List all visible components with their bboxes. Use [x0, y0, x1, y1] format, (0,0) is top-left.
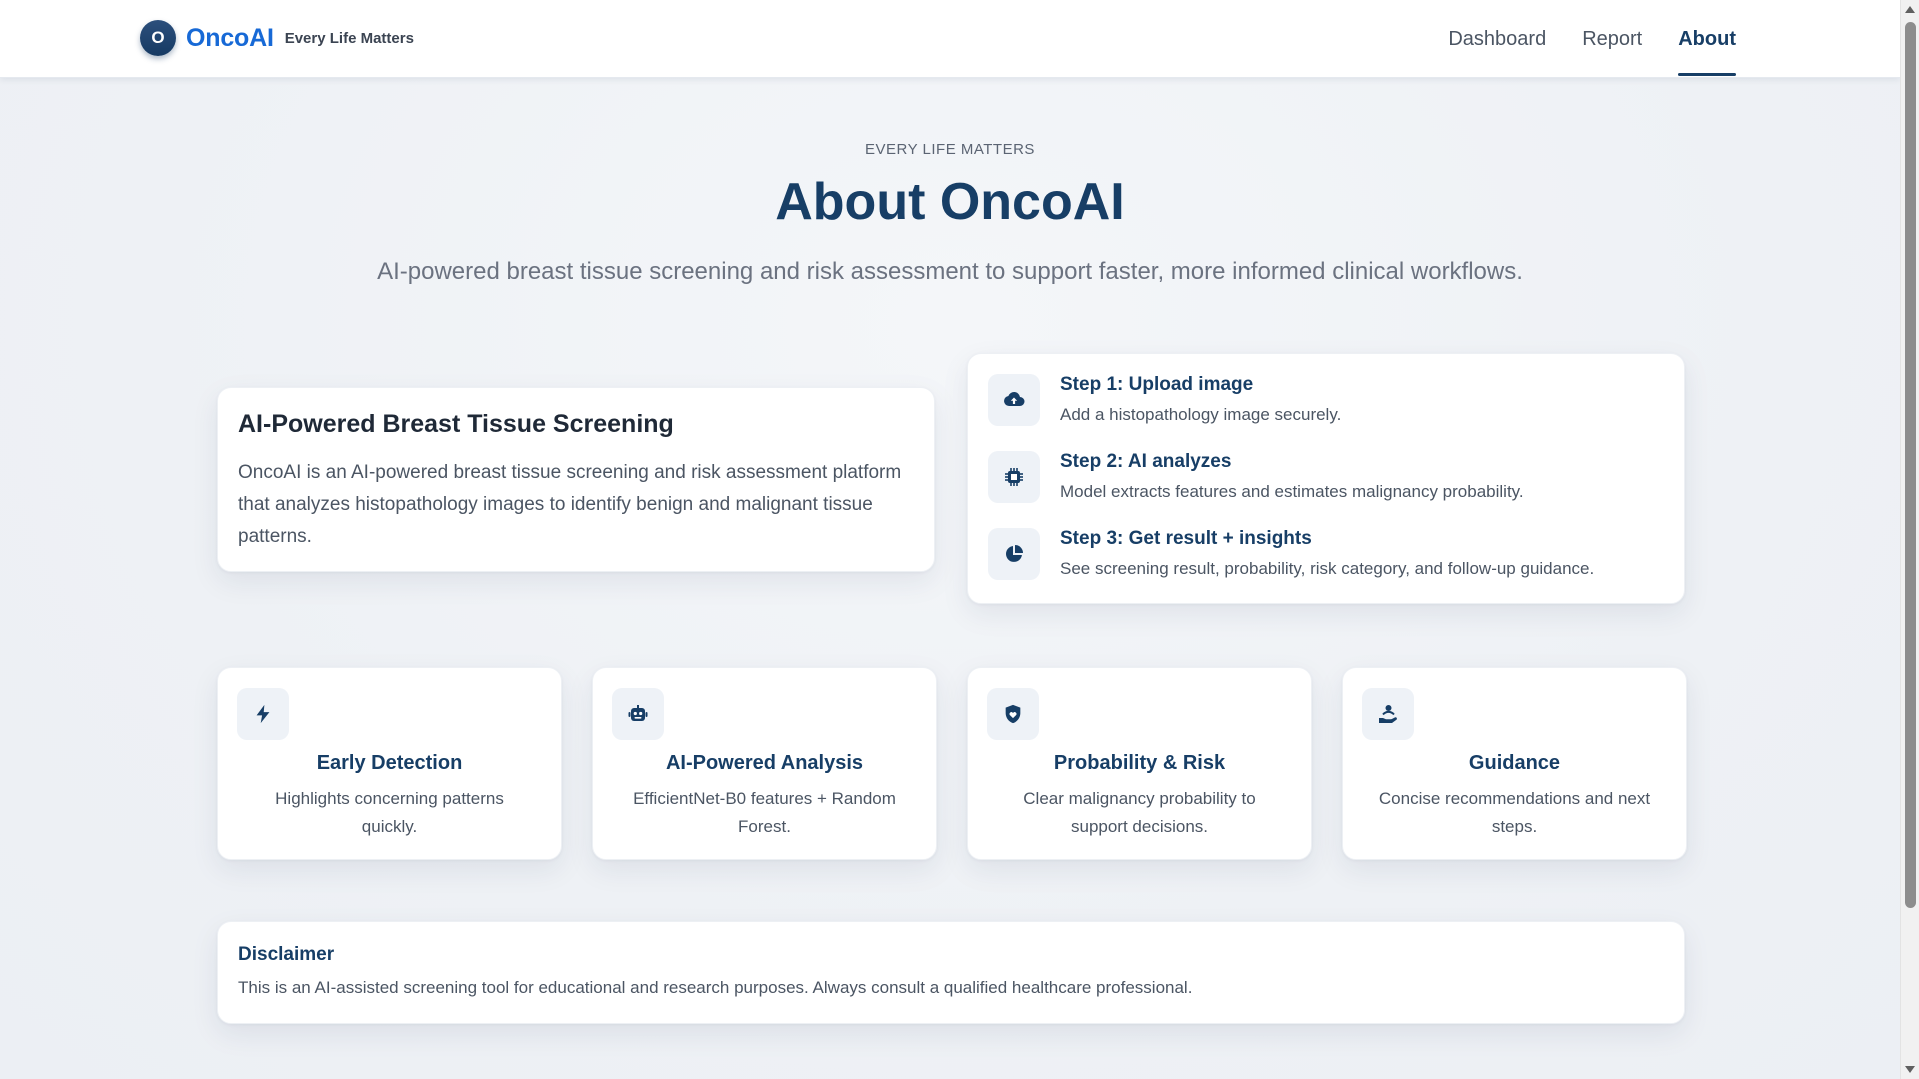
lightning-bolt-icon [237, 688, 289, 740]
feature-title: Probability & Risk [1053, 752, 1226, 774]
intro-title: AI-Powered Breast Tissue Screening [238, 410, 674, 438]
feature-title: Guidance [1468, 752, 1561, 774]
scroll-down-arrow-icon[interactable] [1905, 1066, 1915, 1073]
disclaimer-card: Disclaimer This is an AI-assisted screen… [217, 921, 1685, 1024]
steps-card: Step 1: Upload image Add a histopatholog… [967, 353, 1685, 604]
nav-dashboard[interactable]: Dashboard [1448, 0, 1546, 78]
step-title: Step 1: Upload image [1060, 374, 1254, 395]
feature-card-ai-analysis: AI-Powered Analysis EfficientNet-B0 feat… [592, 667, 937, 860]
scroll-up-arrow-icon[interactable] [1905, 6, 1915, 13]
robot-icon [612, 688, 664, 740]
feature-desc: EfficientNet-B0 features + Random Forest… [633, 789, 896, 836]
page-scrollbar[interactable] [1900, 0, 1919, 1079]
cloud-upload-icon [988, 374, 1040, 426]
hand-holding-person-icon [1362, 688, 1414, 740]
feature-desc: Concise recommendations and next steps. [1378, 789, 1651, 836]
feature-card-probability-risk: Probability & Risk Clear malignancy prob… [967, 667, 1312, 860]
hero-subtitle: AI-powered breast tissue screening and r… [377, 258, 1523, 285]
nav-about[interactable]: About [1678, 0, 1736, 78]
feature-title: Early Detection [316, 752, 463, 774]
feature-desc: Highlights concerning patterns quickly. [275, 789, 504, 836]
step-desc: See screening result, probability, risk … [1060, 559, 1595, 578]
disclaimer-text: This is an AI-assisted screening tool fo… [238, 978, 1193, 997]
disclaimer-title: Disclaimer [238, 944, 335, 965]
step-item: Step 2: AI analyzes Model extracts featu… [988, 451, 1668, 505]
scroll-thumb[interactable] [1905, 22, 1916, 908]
nav-report[interactable]: Report [1582, 0, 1642, 78]
cpu-chip-icon [988, 451, 1040, 503]
brand-tagline: Every Life Matters [284, 29, 414, 47]
feature-card-early-detection: Early Detection Highlights concerning pa… [217, 667, 562, 860]
step-title: Step 3: Get result + insights [1060, 528, 1312, 549]
hero-eyebrow: EVERY LIFE MATTERS [865, 141, 1035, 158]
page-title: About OncoAI [775, 173, 1125, 231]
feature-title: AI-Powered Analysis [665, 752, 864, 774]
intro-text: OncoAI is an AI-powered breast tissue sc… [238, 462, 902, 547]
brand-logo: O [140, 20, 176, 56]
step-item: Step 1: Upload image Add a histopatholog… [988, 374, 1668, 428]
intro-card: AI-Powered Breast Tissue Screening OncoA… [217, 387, 935, 572]
step-desc: Add a histopathology image securely. [1060, 405, 1342, 424]
step-desc: Model extracts features and estimates ma… [1060, 482, 1524, 501]
feature-card-guidance: Guidance Concise recommendations and nex… [1342, 667, 1687, 860]
brand-name: OncoAI [186, 23, 274, 52]
brand[interactable]: O OncoAI Every Life Matters [140, 20, 414, 56]
top-navbar: O OncoAI Every Life Matters Dashboard Re… [0, 0, 1900, 78]
main-nav: Dashboard Report About [1412, 0, 1736, 78]
step-title: Step 2: AI analyzes [1060, 451, 1232, 472]
pie-chart-icon [988, 528, 1040, 580]
shield-heart-icon [987, 688, 1039, 740]
feature-desc: Clear malignancy probability to support … [1023, 789, 1256, 836]
step-item: Step 3: Get result + insights See screen… [988, 528, 1668, 582]
